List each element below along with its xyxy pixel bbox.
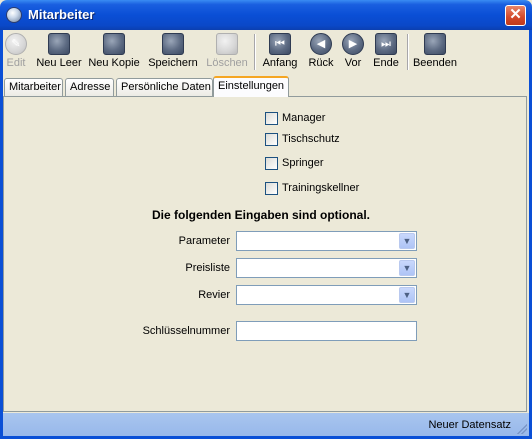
checkbox-label: Manager	[282, 112, 326, 124]
preisliste-select[interactable]: ▼	[236, 258, 417, 278]
parameter-select[interactable]: ▼	[236, 231, 417, 251]
last-record-button-label: Ende	[373, 57, 399, 69]
revier-select[interactable]: ▼	[236, 285, 417, 305]
checkbox-box[interactable]	[265, 182, 278, 195]
checkbox-label: Trainingskellner	[282, 182, 360, 194]
preisliste-label: Preisliste	[185, 262, 230, 274]
checkbox-box[interactable]	[265, 133, 278, 146]
tab-persoenliche-daten[interactable]: Persönliche Daten	[116, 78, 213, 96]
delete-button-label: Löschen	[206, 57, 248, 69]
save-icon	[162, 33, 184, 55]
copy-document-icon	[103, 33, 125, 55]
trash-icon	[216, 33, 238, 55]
next-record-icon: ▶	[342, 33, 364, 55]
status-text: Neuer Datensatz	[428, 419, 511, 431]
chevron-down-icon[interactable]: ▼	[399, 260, 415, 276]
checkbox-label: Tischschutz	[282, 133, 340, 145]
resize-grip-icon[interactable]	[517, 424, 527, 434]
tab-mitarbeiter[interactable]: Mitarbeiter	[4, 78, 63, 96]
schluesselnummer-label: Schlüsselnummer	[142, 325, 230, 337]
revier-label: Revier	[198, 289, 230, 301]
last-record-icon: ⏭	[375, 33, 397, 55]
edit-button[interactable]: ✎ Edit	[5, 33, 27, 73]
checkbox-box[interactable]	[265, 112, 278, 125]
save-button-label: Speichern	[148, 57, 198, 69]
next-record-button-label: Vor	[344, 57, 362, 69]
optional-heading: Die folgenden Eingaben sind optional.	[152, 208, 371, 222]
new-copy-button[interactable]: Neu Kopie	[88, 33, 140, 73]
checkbox-label: Springer	[282, 157, 324, 169]
title-bar[interactable]: Mitarbeiter ✕	[0, 0, 532, 30]
settings-panel: Manager Tischschutz Springer Trainingske…	[3, 96, 527, 412]
new-copy-button-label: Neu Kopie	[88, 57, 140, 69]
window-title: Mitarbeiter	[28, 7, 95, 22]
close-button[interactable]: ✕	[505, 5, 526, 26]
previous-record-button-label: Rück	[308, 57, 334, 69]
chevron-down-icon[interactable]: ▼	[399, 233, 415, 249]
schluesselnummer-input[interactable]	[236, 321, 417, 341]
parameter-label: Parameter	[178, 235, 230, 247]
toolbar-separator	[407, 34, 409, 70]
new-empty-button[interactable]: Neu Leer	[34, 33, 84, 73]
edit-button-label: Edit	[6, 57, 26, 69]
previous-record-button[interactable]: ◀ Rück	[306, 33, 336, 73]
checkbox-box[interactable]	[265, 157, 278, 170]
first-record-button[interactable]: ⏮ Anfang	[260, 33, 300, 73]
next-record-button[interactable]: ▶ Vor	[340, 33, 366, 73]
first-record-icon: ⏮	[269, 33, 291, 55]
new-folder-icon	[48, 33, 70, 55]
last-record-button[interactable]: ⏭ Ende	[371, 33, 401, 73]
tab-adresse[interactable]: Adresse	[65, 78, 114, 96]
new-empty-button-label: Neu Leer	[36, 57, 82, 69]
exit-button-label: Beenden	[412, 57, 458, 69]
chevron-down-icon[interactable]: ▼	[399, 287, 415, 303]
tab-strip: Mitarbeiter Adresse Persönliche Daten Ei…	[3, 76, 529, 97]
exit-button[interactable]: Beenden	[412, 33, 458, 73]
toolbar: ✎ Edit Neu Leer Neu Kopie Speichern Lösc…	[3, 30, 529, 74]
app-icon	[6, 7, 22, 23]
status-bar: Neuer Datensatz	[3, 413, 529, 436]
delete-button[interactable]: Löschen	[205, 33, 249, 73]
tab-einstellungen[interactable]: Einstellungen	[213, 76, 289, 97]
exit-icon	[424, 33, 446, 55]
save-button[interactable]: Speichern	[147, 33, 199, 73]
pencil-icon: ✎	[5, 33, 27, 55]
toolbar-separator	[254, 34, 256, 70]
previous-record-icon: ◀	[310, 33, 332, 55]
first-record-button-label: Anfang	[262, 57, 298, 69]
